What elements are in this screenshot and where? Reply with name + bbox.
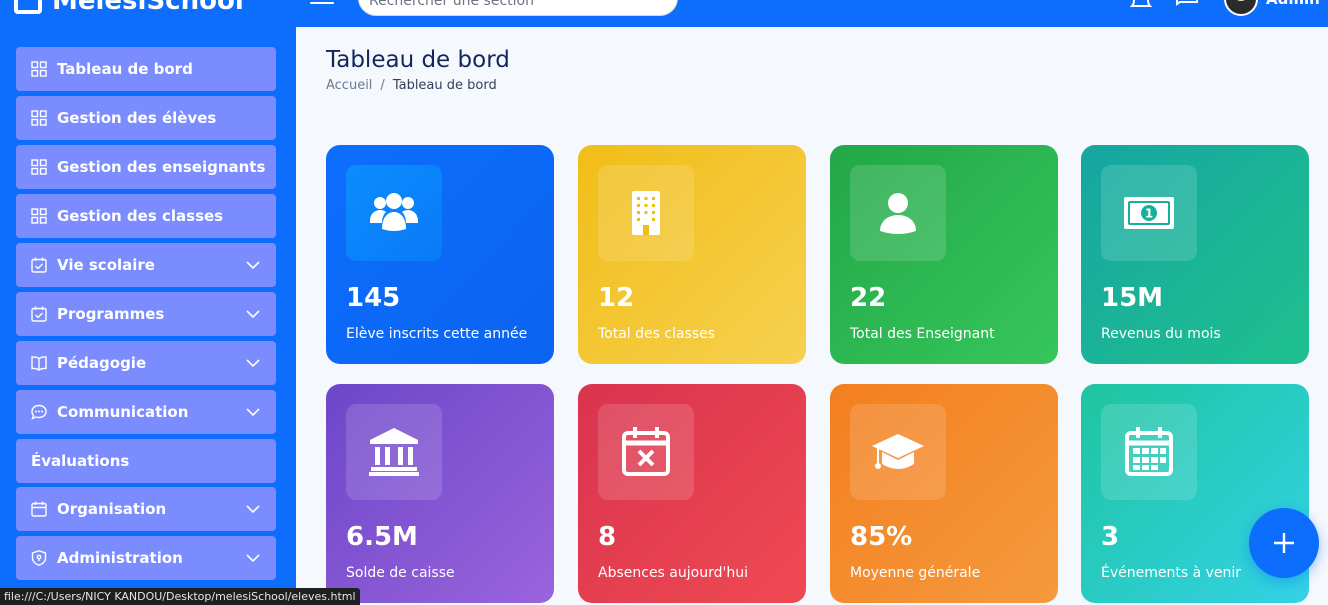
grid-icon	[31, 159, 47, 175]
stat-value: 8	[598, 522, 617, 552]
plus-icon	[1274, 533, 1294, 553]
sidebar-item-programmes[interactable]: Programmes	[16, 292, 276, 336]
brand-logo[interactable]: MelesiSchool	[14, 0, 244, 16]
page-title: Tableau de bord	[326, 47, 510, 73]
stat-card-revenue[interactable]: 1 15M Revenus du mois	[1081, 145, 1309, 364]
sidebar-item-gestion-classes[interactable]: Gestion des classes	[16, 194, 276, 238]
bank-icon	[346, 404, 442, 500]
chevron-down-icon	[246, 408, 260, 417]
stat-label: Moyenne générale	[850, 565, 981, 581]
grid-icon	[31, 208, 47, 224]
chevron-down-icon	[246, 310, 260, 319]
calendar-grid-icon	[1101, 404, 1197, 500]
breadcrumb-current: Tableau de bord	[392, 78, 497, 93]
hamburger-line	[310, 2, 334, 4]
sidebar-item-communication[interactable]: Communication	[16, 390, 276, 434]
grid-icon	[31, 61, 47, 77]
calendar-check-icon	[31, 257, 47, 273]
stat-value: 15M	[1101, 283, 1164, 313]
add-button[interactable]	[1249, 508, 1319, 578]
stat-value: 12	[598, 283, 635, 313]
stat-label: Total des Enseignant	[850, 326, 995, 342]
chevron-down-icon	[246, 261, 260, 270]
grid-icon	[31, 110, 47, 126]
breadcrumb-separator: /	[380, 78, 385, 93]
stat-value: 3	[1101, 522, 1120, 552]
sidebar-item-gestion-eleves[interactable]: Gestion des élèves	[16, 96, 276, 140]
search-box[interactable]	[358, 0, 678, 16]
top-navbar: MelesiSchool Admin	[0, 0, 1328, 27]
user-icon	[850, 165, 946, 261]
shield-icon	[31, 550, 47, 566]
chat-icon	[31, 404, 47, 420]
stat-label: Événements à venir	[1101, 565, 1242, 581]
users-icon	[346, 165, 442, 261]
chat-icon[interactable]	[1176, 0, 1198, 8]
chevron-down-icon	[246, 554, 260, 563]
breadcrumb: Accueil / Tableau de bord	[326, 78, 497, 93]
sidebar-item-pedagogie[interactable]: Pédagogie	[16, 341, 276, 385]
browser-status-url: file:///C:/Users/NICY KANDOU/Desktop/mel…	[0, 588, 360, 605]
graduation-cap-icon	[850, 404, 946, 500]
stat-card-teachers[interactable]: 22 Total des Enseignant	[830, 145, 1058, 364]
stat-value: 6.5M	[346, 522, 418, 552]
search-input[interactable]	[369, 0, 659, 11]
sidebar-item-administration[interactable]: Administration	[16, 536, 276, 580]
sidebar-item-label: Gestion des classes	[57, 207, 224, 225]
sidebar-item-tableau-de-bord[interactable]: Tableau de bord	[16, 47, 276, 91]
stat-value: 85%	[850, 522, 913, 552]
stat-value: 22	[850, 283, 887, 313]
school-logo-icon	[14, 0, 42, 14]
stat-card-average[interactable]: 85% Moyenne générale	[830, 384, 1058, 603]
svg-text:1: 1	[1145, 207, 1153, 221]
calendar-x-icon	[598, 404, 694, 500]
user-name[interactable]: Admin	[1266, 0, 1320, 8]
sidebar-item-label: Organisation	[57, 500, 167, 518]
stat-label: Revenus du mois	[1101, 326, 1221, 342]
sidebar-item-label: Communication	[57, 403, 189, 421]
brand-name: MelesiSchool	[52, 0, 244, 16]
sidebar-item-label: Gestion des enseignants	[57, 158, 266, 176]
sidebar-item-label: Gestion des élèves	[57, 109, 217, 127]
book-icon	[31, 355, 47, 371]
calendar-icon	[31, 501, 47, 517]
stat-card-classes[interactable]: 12 Total des classes	[578, 145, 806, 364]
stat-card-absences[interactable]: 8 Absences aujourd'hui	[578, 384, 806, 603]
menu-toggle-button[interactable]	[310, 0, 334, 10]
bell-icon[interactable]	[1130, 0, 1152, 8]
sidebar-item-label: Administration	[57, 549, 183, 567]
stat-card-students[interactable]: 145 Elève inscrits cette année	[326, 145, 554, 364]
sidebar-item-label: Programmes	[57, 305, 165, 323]
breadcrumb-home-link[interactable]: Accueil	[326, 78, 372, 93]
avatar[interactable]	[1224, 0, 1258, 16]
money-icon: 1	[1101, 165, 1197, 261]
sidebar-item-organisation[interactable]: Organisation	[16, 487, 276, 531]
chevron-down-icon	[246, 505, 260, 514]
calendar-check-icon	[31, 306, 47, 322]
stat-card-cash-balance[interactable]: 6.5M Solde de caisse	[326, 384, 554, 603]
chevron-down-icon	[246, 359, 260, 368]
sidebar-item-label: Vie scolaire	[57, 256, 155, 274]
stat-value: 145	[346, 283, 401, 313]
stat-label: Solde de caisse	[346, 565, 455, 581]
building-icon	[598, 165, 694, 261]
stat-label: Absences aujourd'hui	[598, 565, 748, 581]
sidebar-item-vie-scolaire[interactable]: Vie scolaire	[16, 243, 276, 287]
sidebar-item-gestion-enseignants[interactable]: Gestion des enseignants	[16, 145, 276, 189]
stat-label: Total des classes	[598, 326, 716, 342]
sidebar-item-label: Pédagogie	[57, 354, 147, 372]
stat-label: Elève inscrits cette année	[346, 326, 528, 342]
sidebar-item-label: Tableau de bord	[57, 60, 193, 78]
sidebar-item-evaluations[interactable]: Évaluations	[16, 439, 276, 483]
sidebar-item-label: Évaluations	[31, 452, 130, 470]
sidebar: Tableau de bord Gestion des élèves Gesti…	[0, 27, 296, 605]
